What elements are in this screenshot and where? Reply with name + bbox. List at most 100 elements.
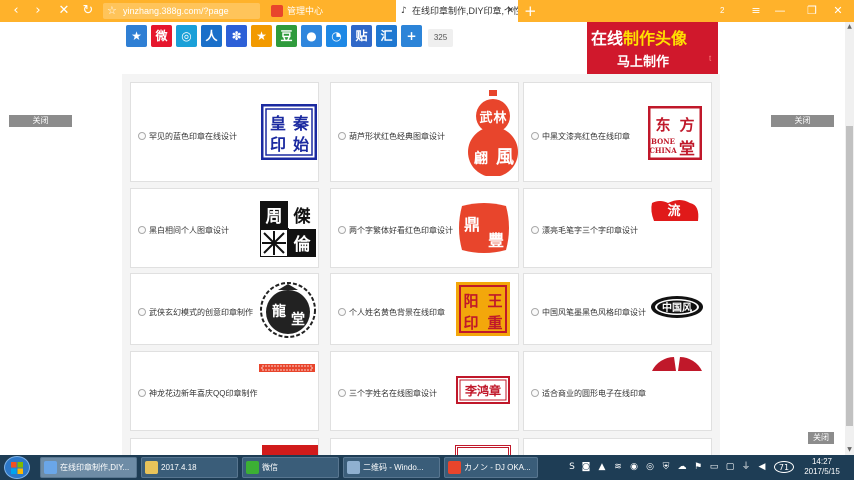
seal-preview-three-char[interactable]: 李鸿章 (456, 376, 510, 404)
share-star-icon[interactable]: ★ (251, 25, 272, 47)
seal-radio[interactable] (338, 389, 346, 397)
share-count[interactable]: 325 (428, 29, 453, 47)
seal-card-label: 神龙花边新年喜庆QQ印章制作 (149, 389, 258, 398)
seal-card[interactable] (523, 438, 712, 455)
seal-card[interactable]: 中国风笔墨黑色风格印章设计 中国风 (523, 273, 712, 345)
wechat-tray-icon[interactable]: ◉ (628, 461, 640, 473)
taskbar-item[interactable]: カノン - DJ OKA... (444, 457, 538, 478)
chat-tray-icon[interactable]: ◙ (580, 461, 592, 473)
seal-card[interactable]: 武侠玄幻模式的创意印章制作龍堂 (130, 273, 319, 345)
share-douban-icon[interactable]: 豆 (276, 25, 297, 47)
system-clock[interactable]: 14:27 2017/5/15 (798, 457, 846, 477)
tab-count-badge[interactable]: 2 (720, 6, 724, 15)
seal-card[interactable] (330, 438, 519, 455)
address-bar[interactable]: ☆ yinzhang.388g.com/?page (103, 3, 260, 19)
seal-preview-two-char[interactable]: 鼎豐 (456, 200, 512, 256)
seal-preview-round[interactable] (652, 357, 702, 371)
start-button[interactable] (4, 456, 30, 479)
seal-radio[interactable] (138, 308, 146, 316)
monitor-icon[interactable]: ▭ (708, 461, 720, 473)
tab-admin[interactable]: 管理中心 (263, 0, 393, 22)
seal-radio[interactable] (338, 132, 346, 140)
tab-close-icon[interactable]: ✕ (506, 0, 514, 22)
seal-radio[interactable] (138, 389, 146, 397)
seal-card[interactable]: 黑白相间个人图章设计 周傑倫 (130, 188, 319, 268)
seal-radio[interactable] (531, 132, 539, 140)
tab-seal-maker[interactable]: ♪ 在线印章制作,DIY印章,个性 ✕ (396, 0, 518, 22)
new-tab-button[interactable]: + (524, 0, 537, 22)
seal-preview-dragon[interactable]: 龍堂 (260, 282, 316, 338)
seal-card[interactable]: 两个字繁体好看红色印章设计鼎豐 (330, 188, 519, 268)
seal-preview-partial[interactable] (455, 445, 511, 455)
share-kaixin-icon[interactable]: ● (301, 25, 322, 47)
up-arrow-tray-icon[interactable]: ▲ (596, 461, 608, 473)
seal-card[interactable]: 适合商业的圆形电子在线印章 (523, 351, 712, 431)
close-bottom-button[interactable]: 关闭 (808, 432, 834, 444)
seal-radio[interactable] (531, 226, 539, 234)
seal-card[interactable]: 三个字姓名在线图章设计 李鸿章 (330, 351, 519, 431)
seal-radio[interactable] (138, 132, 146, 140)
seal-card[interactable]: 罕见的蓝色印章在线设计 秦皇印始 (130, 82, 319, 182)
maximize-button[interactable]: ❐ (800, 0, 824, 22)
seal-card[interactable]: 漂亮毛笔字三个字印章设计 流 (523, 188, 712, 268)
taskbar-item[interactable]: 2017.4.18 (141, 457, 238, 478)
seal-radio[interactable] (531, 389, 539, 397)
share-baidu-icon[interactable]: ✽ (226, 25, 247, 47)
seal-preview-bone-china[interactable]: 东方 BONE CHINA 堂 (648, 106, 702, 160)
taskbar-item[interactable]: 二维码 - Windo... (343, 457, 440, 478)
usb-icon[interactable]: ⏚ (740, 461, 752, 473)
seal-card[interactable]: 中黑文漆亮红色在线印章 东方 BONE CHINA 堂 (523, 82, 712, 182)
notification-badge[interactable]: 71 (774, 461, 794, 473)
share-tieba-icon[interactable]: 贴 (351, 25, 372, 47)
share-huiz-icon[interactable]: 汇 (376, 25, 397, 47)
menu-icon[interactable]: ≡ (744, 0, 768, 22)
seal-card[interactable]: 个人姓名黄色背景在线印章 王阳重印 (330, 273, 519, 345)
share-more-icon[interactable]: + (401, 25, 422, 47)
refresh-icon[interactable]: ↻ (80, 3, 96, 19)
close-right-button[interactable]: 关闭 (771, 115, 834, 127)
seal-preview-lace[interactable] (259, 364, 315, 372)
vertical-scrollbar[interactable]: ▲ ▼ (845, 22, 854, 455)
close-left-button[interactable]: 关闭 (9, 115, 72, 127)
avatar-maker-banner[interactable]: 在线制作头像 马上制作 t (587, 22, 718, 74)
share-qq-icon[interactable]: ◔ (326, 25, 347, 47)
window-tray-icon[interactable]: ▢ (724, 461, 736, 473)
scrollbar-thumb[interactable] (846, 126, 853, 426)
cloud-icon[interactable]: ☁ (676, 461, 688, 473)
seal-preview-yellow[interactable]: 王阳重印 (456, 282, 510, 336)
seal-radio[interactable] (531, 308, 539, 316)
seal-preview-ink[interactable]: 中国风 (650, 295, 704, 319)
seal-radio[interactable] (338, 308, 346, 316)
seal-card[interactable] (130, 438, 319, 455)
taskbar-item[interactable]: 微信 (242, 457, 339, 478)
network-icon[interactable]: ≋ (612, 461, 624, 473)
taskbar-item[interactable]: 在线印章制作,DIY... (40, 457, 137, 478)
share-qzone-icon[interactable]: ★ (126, 25, 147, 47)
back-icon[interactable]: ‹ (8, 3, 24, 19)
forward-icon[interactable]: › (30, 3, 46, 19)
seal-preview-gourd[interactable]: 武林風翩 (467, 90, 519, 176)
seal-radio[interactable] (338, 226, 346, 234)
share-tqq-icon[interactable]: ◎ (176, 25, 197, 47)
bookmark-star-icon[interactable]: ☆ (107, 3, 117, 19)
volume-icon[interactable]: ◀ (756, 461, 768, 473)
seal-preview-brush[interactable]: 流 (650, 197, 700, 223)
seal-radio[interactable] (138, 226, 146, 234)
scroll-up-icon[interactable]: ▲ (845, 22, 854, 32)
window-close-button[interactable]: ✕ (826, 0, 850, 22)
seal-card[interactable]: 葫芦形状红色经典图章设计 武林風翩 (330, 82, 519, 182)
tab-admin-label: 管理中心 (287, 6, 324, 16)
seal-preview-partial[interactable] (262, 445, 318, 455)
shield-icon[interactable]: ⛨ (660, 461, 672, 473)
seal-card[interactable]: 神龙花边新年喜庆QQ印章制作 (130, 351, 319, 431)
sougou-tray-icon[interactable]: S (566, 461, 578, 473)
scroll-down-icon[interactable]: ▼ (845, 445, 854, 455)
seal-preview-blue-square[interactable]: 秦皇印始 (261, 104, 317, 160)
wechat2-tray-icon[interactable]: ◎ (644, 461, 656, 473)
minimize-button[interactable]: — (768, 0, 792, 22)
seal-preview-black-white[interactable]: 周傑倫 (260, 201, 316, 257)
share-renren-icon[interactable]: 人 (201, 25, 222, 47)
share-weibo-icon[interactable]: 微 (151, 25, 172, 47)
flag-icon[interactable]: ⚑ (692, 461, 704, 473)
close-page-icon[interactable]: ✕ (56, 3, 72, 19)
